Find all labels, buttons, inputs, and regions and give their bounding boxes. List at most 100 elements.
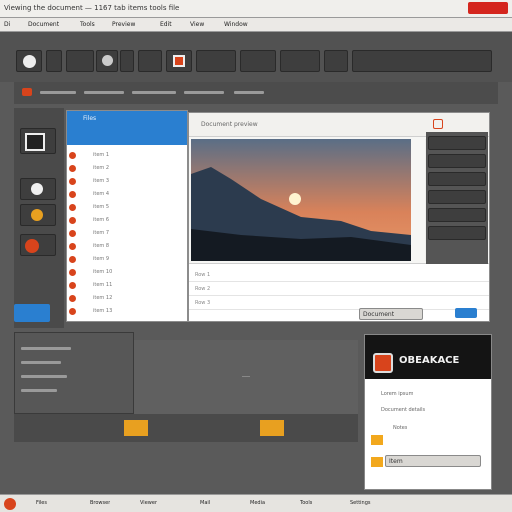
list-item[interactable]: item 3 xyxy=(67,177,185,187)
detail-row[interactable]: Row 3 xyxy=(189,298,489,310)
thumbnail-icon[interactable] xyxy=(260,420,284,436)
taskbar-item[interactable]: Browser xyxy=(90,500,110,506)
menu-item-1[interactable]: Document xyxy=(28,21,59,28)
list-item[interactable]: item 7 xyxy=(67,229,185,239)
timeline-strip xyxy=(14,414,358,442)
detail-row[interactable]: Row 2 xyxy=(189,284,489,296)
file-icon xyxy=(69,308,76,315)
toolbar-label-1 xyxy=(40,91,76,94)
popup-line: Notes xyxy=(393,425,408,431)
toolbar-label-2 xyxy=(84,91,124,94)
taskbar-item[interactable]: Tools xyxy=(300,500,312,506)
right-sidebar-item[interactable] xyxy=(428,172,486,186)
toolbar-button-6[interactable] xyxy=(166,50,192,72)
photo-icon xyxy=(25,133,45,151)
right-sidebar-item[interactable] xyxy=(428,226,486,240)
right-sidebar-item[interactable] xyxy=(428,154,486,168)
toolbar-button-10[interactable] xyxy=(324,50,348,72)
toolbar-button-5[interactable] xyxy=(138,50,162,72)
right-sidebar-item[interactable] xyxy=(428,190,486,204)
list-item-label: item 13 xyxy=(93,308,113,314)
sidebar-item-photo[interactable] xyxy=(20,128,56,154)
list-item[interactable]: item 4 xyxy=(67,190,185,200)
detail-row-label: Row 3 xyxy=(195,300,211,306)
taskbar-item[interactable]: Media xyxy=(250,500,265,506)
list-item-label: item 6 xyxy=(93,217,110,223)
right-sidebar-item[interactable] xyxy=(428,208,486,222)
toolbar-button-3[interactable] xyxy=(96,50,118,72)
thumbnail-icon[interactable] xyxy=(124,420,148,436)
sidebar-item-active[interactable] xyxy=(14,304,50,322)
toolbar-button-4[interactable] xyxy=(120,50,134,72)
toolbar-button-2[interactable] xyxy=(66,50,94,72)
list-item[interactable]: item 12 xyxy=(67,294,185,304)
layer-row[interactable] xyxy=(21,375,67,378)
viewer-details: Row 1 Row 2 Row 3 Document xyxy=(189,263,489,321)
taskbar-item[interactable]: Mail xyxy=(200,500,210,506)
accent-button[interactable] xyxy=(455,308,477,318)
file-list-header: Files xyxy=(67,111,187,145)
sidebar-item-fruit[interactable] xyxy=(20,234,56,256)
title-bar: Viewing the document — 1167 tab items to… xyxy=(0,0,512,18)
taskbar-item[interactable]: Settings xyxy=(350,500,371,506)
layer-row[interactable] xyxy=(21,347,71,350)
detail-row-label: Row 1 xyxy=(195,272,211,278)
sidebar-item-food[interactable] xyxy=(20,204,56,226)
document-button[interactable]: Document xyxy=(359,308,423,320)
window-title: Viewing the document — 1167 tab items to… xyxy=(4,4,180,12)
list-item[interactable]: item 2 xyxy=(67,164,185,174)
record-icon[interactable] xyxy=(22,88,32,96)
list-item[interactable]: item 11 xyxy=(67,281,185,291)
viewer-close-button[interactable] xyxy=(433,119,443,129)
start-button[interactable] xyxy=(4,498,16,510)
taskbar-item[interactable]: Files xyxy=(36,500,47,506)
list-item[interactable]: item 5 xyxy=(67,203,185,213)
list-item[interactable]: item 10 xyxy=(67,268,185,278)
person-icon xyxy=(23,55,36,68)
app-icon xyxy=(373,353,393,373)
list-item[interactable]: item 6 xyxy=(67,216,185,226)
toolbar-button-8[interactable] xyxy=(240,50,276,72)
canvas-area[interactable] xyxy=(134,340,358,414)
layer-row[interactable] xyxy=(21,361,61,364)
toolbar xyxy=(0,32,512,82)
detail-row[interactable]: Row 1 xyxy=(189,270,489,282)
toolbar-button-7[interactable] xyxy=(196,50,236,72)
menu-item-0[interactable]: Di xyxy=(4,21,10,28)
file-icon xyxy=(69,204,76,211)
list-item[interactable]: item 9 xyxy=(67,255,185,265)
viewer-image xyxy=(191,139,411,261)
viewer-title: Document preview xyxy=(201,121,258,128)
close-button[interactable] xyxy=(468,2,508,14)
list-item[interactable]: item 8 xyxy=(67,242,185,252)
popup-line: Document details xyxy=(381,407,426,413)
popup-window: OBEAKACE Lorem ipsum Document details No… xyxy=(364,334,492,490)
taskbar-item[interactable]: Viewer xyxy=(140,500,157,506)
menu-item-2[interactable]: Tools xyxy=(80,21,95,28)
menu-item-3[interactable]: Preview xyxy=(112,21,135,28)
menu-item-6[interactable]: Window xyxy=(224,21,248,28)
toolbar-button-1[interactable] xyxy=(46,50,62,72)
right-sidebar-item[interactable] xyxy=(428,136,486,150)
menu-item-4[interactable]: Edit xyxy=(160,21,172,28)
toolbar-button-open[interactable] xyxy=(16,50,42,72)
bottom-left-panel xyxy=(14,332,134,414)
toolbar-label-4 xyxy=(184,91,224,94)
menu-item-5[interactable]: View xyxy=(190,21,204,28)
sidebar-item-person[interactable] xyxy=(20,178,56,200)
list-item-label: item 3 xyxy=(93,178,110,184)
toolbar-button-9[interactable] xyxy=(280,50,320,72)
list-item[interactable]: item 1 xyxy=(67,151,185,161)
list-item-label: item 10 xyxy=(93,269,113,275)
file-icon xyxy=(69,217,76,224)
popup-item-button[interactable]: Item xyxy=(385,455,481,467)
toolbar-search-field[interactable] xyxy=(352,50,492,72)
list-item-label: item 9 xyxy=(93,256,110,262)
secondary-toolbar xyxy=(14,82,498,104)
file-list-panel: Files item 1 item 2 item 3 item 4 item 5… xyxy=(66,110,188,322)
person-icon xyxy=(31,183,43,195)
list-item[interactable]: item 13 xyxy=(67,307,185,317)
file-icon xyxy=(69,256,76,263)
file-icon xyxy=(69,230,76,237)
layer-row[interactable] xyxy=(21,389,57,392)
